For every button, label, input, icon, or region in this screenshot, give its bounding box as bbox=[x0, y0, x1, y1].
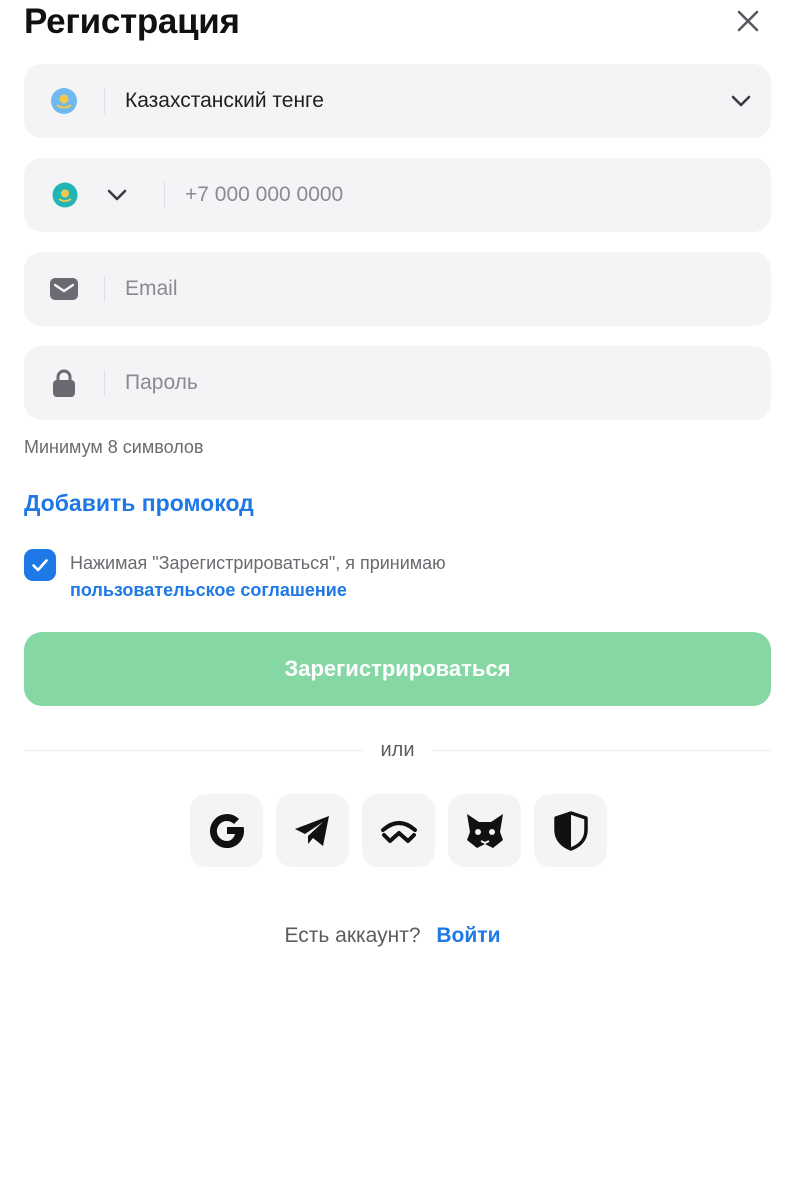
google-icon bbox=[209, 813, 244, 848]
google-login-button[interactable] bbox=[190, 794, 263, 867]
agreement-label: Нажимая "Зарегистрироваться", я принимаю bbox=[70, 553, 446, 573]
shield-login-button[interactable] bbox=[534, 794, 607, 867]
mail-icon bbox=[24, 252, 104, 326]
agreement-row: Нажимая "Зарегистрироваться", я принимаю… bbox=[24, 549, 446, 604]
telegram-login-button[interactable] bbox=[276, 794, 349, 867]
add-promo-code-link[interactable]: Добавить промокод bbox=[24, 490, 254, 517]
login-link[interactable]: Войти bbox=[436, 924, 500, 947]
shield-icon bbox=[553, 810, 588, 851]
have-account-text: Есть аккаунт? bbox=[284, 924, 421, 947]
walletconnect-login-button[interactable] bbox=[362, 794, 435, 867]
user-agreement-link[interactable]: пользовательское соглашение bbox=[70, 577, 446, 604]
or-divider: или bbox=[24, 736, 772, 764]
page-title: Регистрация bbox=[24, 2, 240, 41]
password-input[interactable] bbox=[105, 346, 771, 420]
checkmark-icon bbox=[32, 559, 48, 572]
email-field bbox=[24, 252, 771, 326]
social-login-row bbox=[190, 794, 607, 867]
kazakhstan-flag-icon bbox=[52, 182, 78, 208]
email-input[interactable] bbox=[105, 252, 771, 326]
close-icon bbox=[737, 10, 759, 32]
agreement-text: Нажимая "Зарегистрироваться", я принимаю… bbox=[70, 550, 446, 604]
password-hint: Минимум 8 символов bbox=[24, 437, 204, 457]
divider-line bbox=[432, 749, 772, 751]
password-field bbox=[24, 346, 771, 420]
lock-icon bbox=[24, 346, 104, 420]
close-button[interactable] bbox=[733, 6, 763, 36]
currency-select[interactable]: Казахстанский тенге bbox=[24, 64, 771, 138]
metamask-login-button[interactable] bbox=[448, 794, 521, 867]
phone-input[interactable] bbox=[165, 158, 771, 232]
or-label: или bbox=[380, 738, 415, 761]
chevron-down-icon bbox=[711, 64, 771, 138]
agreement-checkbox[interactable] bbox=[24, 549, 56, 581]
currency-value: Казахстанский тенге bbox=[125, 89, 324, 112]
kazakhstan-flag-icon bbox=[51, 88, 77, 114]
chevron-down-icon bbox=[107, 189, 127, 201]
divider-line bbox=[24, 749, 363, 751]
register-button[interactable]: Зарегистрироваться bbox=[24, 632, 771, 706]
login-prompt: Есть аккаунт? Войти bbox=[0, 924, 785, 948]
walletconnect-icon bbox=[380, 820, 417, 843]
currency-flag bbox=[24, 64, 104, 138]
telegram-icon bbox=[294, 815, 329, 846]
metamask-icon bbox=[466, 813, 503, 848]
registration-modal: Регистрация Казахстанский тенге +7 000 0… bbox=[0, 0, 785, 1202]
phone-field bbox=[24, 158, 771, 232]
country-code-select[interactable] bbox=[24, 158, 164, 232]
